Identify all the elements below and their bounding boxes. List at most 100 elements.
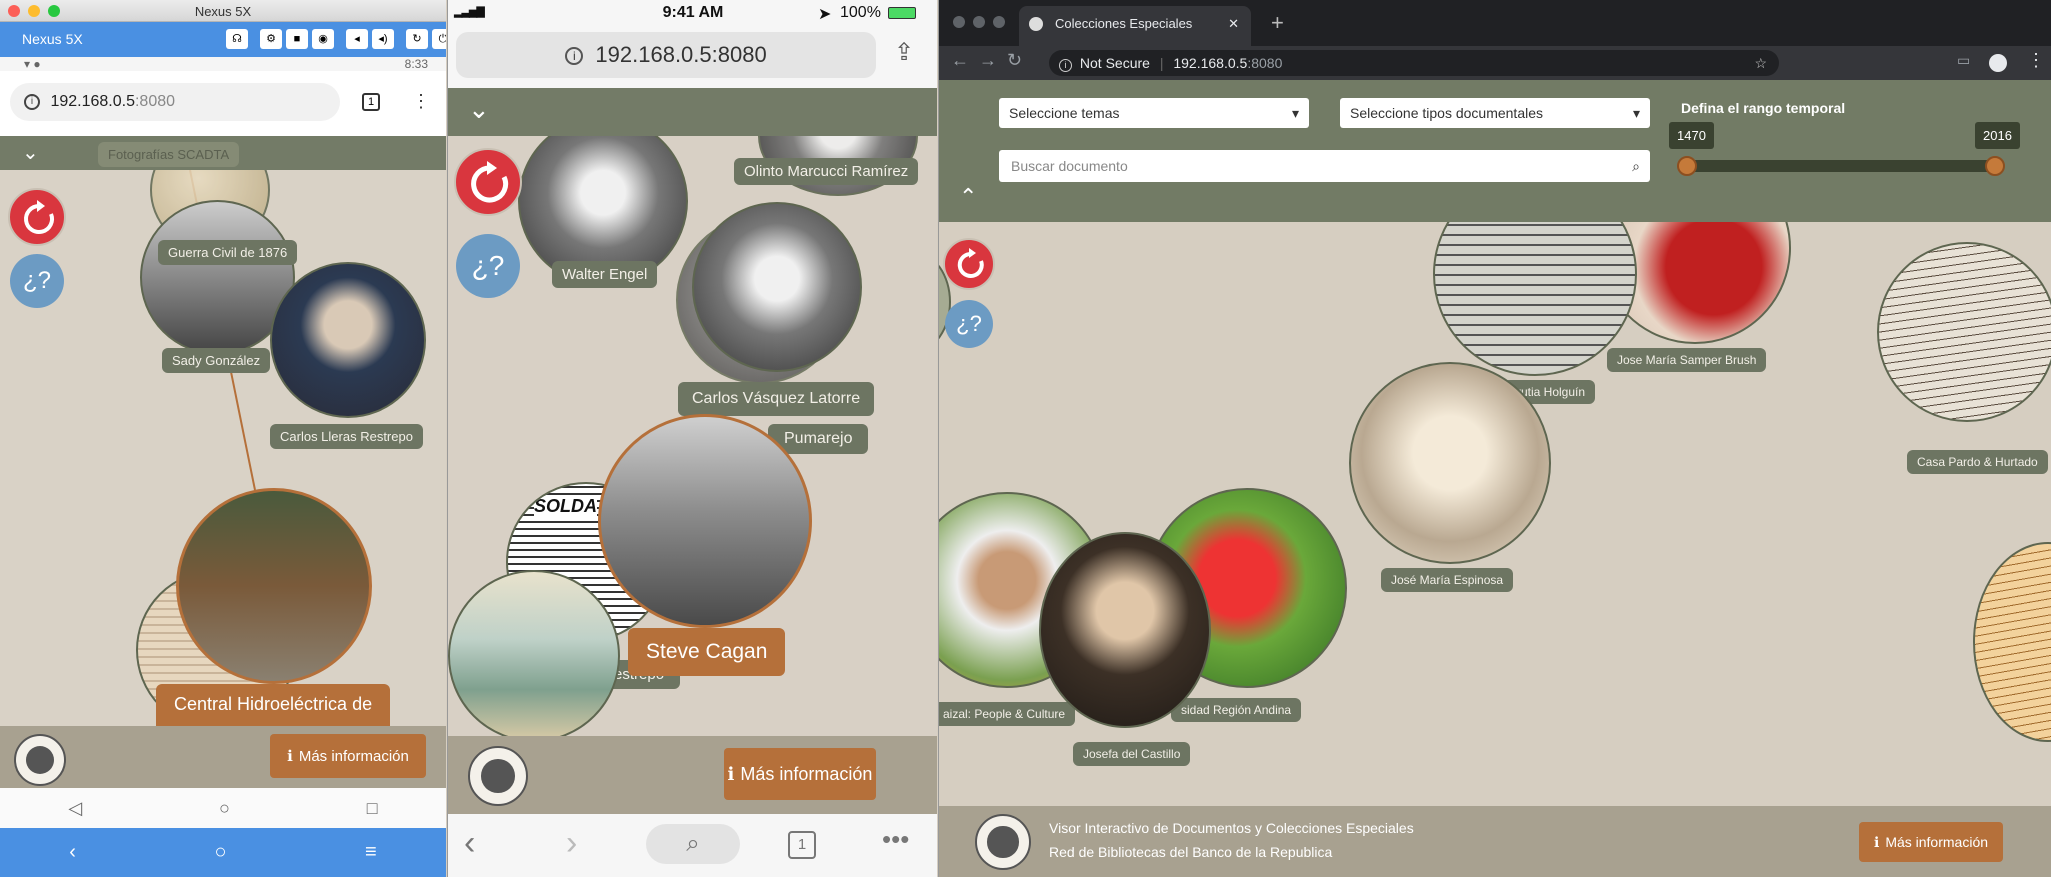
range-handle-max[interactable] [1985, 156, 2005, 176]
desktop-browser-pane: Colecciones Especiales ✕ + ← → ↻ i Not S… [938, 0, 2051, 877]
emulator-controls: ☊ ⚙ ■ ◉ ◂ ◂) ↻ ⏻ [226, 29, 446, 49]
help-button[interactable]: ¿? [945, 300, 993, 348]
url-port: :8080 [134, 93, 176, 110]
info-icon[interactable]: i [565, 47, 584, 66]
back-triangle-icon[interactable]: ◁ [68, 798, 82, 819]
chevron-down-icon[interactable]: ⌄ [468, 94, 490, 125]
cast-icon[interactable]: ▭ [1957, 52, 1970, 69]
tab-title: Colecciones Especiales [1055, 16, 1193, 31]
omnibox[interactable]: i Not Secure | 192.168.0.5:8080 ☆ [1049, 50, 1779, 76]
rotate-icon[interactable]: ↻ [406, 29, 428, 49]
info-circle-icon: ℹ [287, 748, 293, 765]
forward-chevron-icon[interactable]: › [566, 824, 577, 863]
more-info-button[interactable]: ℹ Más información [724, 748, 876, 800]
node-label: José María Espinosa [1381, 568, 1514, 592]
selected-node-label: Steve Cagan [628, 628, 786, 676]
node-label: Carlos Lleras Restrepo [270, 424, 423, 449]
browser-tab[interactable]: Colecciones Especiales ✕ [1019, 6, 1251, 46]
chrome-menu-icon[interactable]: ⋮ [2027, 50, 2045, 71]
minimize-window-icon[interactable] [973, 16, 985, 28]
node-label: Guerra Civil de 1876 [158, 240, 298, 265]
info-circle-icon: ℹ [727, 763, 735, 784]
visualization-area: Guerra Civil de 1876 Sady González Carlo… [0, 170, 446, 726]
reload-icon[interactable]: ↻ [1007, 50, 1022, 71]
forward-icon[interactable]: → [979, 50, 997, 71]
collapsed-header: ⌄ [448, 88, 937, 136]
headphones-icon[interactable]: ☊ [226, 29, 248, 49]
node-label: Jose María Samper Brush [1607, 348, 1767, 372]
zoom-window-icon[interactable] [993, 16, 1005, 28]
info-icon[interactable]: i [24, 93, 40, 110]
node-circle[interactable] [1877, 242, 2051, 422]
window-title: Nexus 5X [194, 4, 252, 19]
range-handle-min[interactable] [1677, 156, 1697, 176]
node-label: Walter Engel [552, 261, 658, 288]
power-icon[interactable]: ⏻ [432, 29, 446, 49]
reset-button[interactable] [8, 188, 66, 246]
node-circle[interactable] [448, 570, 620, 736]
range-max-badge: 2016 [1975, 122, 2020, 149]
back-icon[interactable]: ← [951, 50, 969, 71]
volume-down-icon[interactable]: ◂ [346, 29, 368, 49]
more-info-label: Más información [1885, 834, 1989, 850]
video-icon[interactable]: ■ [286, 29, 308, 49]
app-footer: ℹ Más información [0, 726, 446, 788]
new-tab-icon[interactable]: + [1271, 10, 1284, 36]
notification-icon: ▾ ● [24, 57, 41, 71]
info-icon[interactable]: i [1059, 59, 1072, 72]
mac-title-bar: Nexus 5X [0, 0, 446, 22]
filter-header: Seleccione temas ▾ Seleccione tipos docu… [939, 80, 2051, 222]
url-host: 192.168.0.5 [1173, 55, 1248, 71]
range-slider-track[interactable] [1687, 160, 2003, 172]
node-circle[interactable] [692, 202, 862, 372]
node-circle[interactable] [1039, 532, 1211, 728]
back-icon[interactable]: ‹ [69, 841, 76, 864]
help-button[interactable]: ¿? [456, 234, 520, 298]
chrome-tab-strip: Colecciones Especiales ✕ + [939, 0, 2051, 46]
collapsed-header: ⌄ Fotografías SCADTA [0, 136, 446, 170]
search-icon[interactable]: ⌕ [1632, 150, 1640, 182]
recents-square-icon[interactable]: □ [367, 798, 378, 819]
bookmark-star-icon[interactable]: ☆ [1754, 50, 1767, 76]
node-label: sidad Región Andina [1171, 698, 1302, 722]
node-circle[interactable] [1973, 542, 2051, 742]
menu-icon[interactable]: ≡ [365, 841, 377, 864]
camera-icon[interactable]: ◉ [312, 29, 334, 49]
node-circle-selected[interactable] [598, 414, 812, 628]
chevron-up-icon[interactable]: ⌃ [959, 184, 977, 210]
chevron-down-icon[interactable]: ⌄ [22, 140, 39, 165]
tab-count[interactable]: 1 [362, 93, 380, 111]
doc-types-select-label: Seleccione tipos documentales [1350, 105, 1544, 121]
reset-button[interactable] [943, 238, 995, 290]
home-circle-icon[interactable]: ○ [219, 798, 230, 819]
bank-logo [14, 734, 66, 786]
more-info-button[interactable]: ℹ Más información [1859, 822, 2003, 862]
node-circle-selected[interactable] [176, 488, 372, 684]
more-info-button[interactable]: ℹ Más información [270, 734, 426, 778]
node-label: Olinto Marcucci Ramírez [734, 158, 919, 185]
help-button[interactable]: ¿? [10, 254, 64, 308]
help-label: ¿? [22, 267, 51, 294]
topics-select[interactable]: Seleccione temas ▾ [999, 98, 1309, 128]
tabs-count[interactable]: 1 [788, 831, 816, 859]
back-chevron-icon[interactable]: ‹ [464, 824, 475, 863]
node-circle[interactable] [270, 262, 426, 418]
volume-up-icon[interactable]: ◂) [372, 29, 394, 49]
menu-icon[interactable]: ⋮ [412, 91, 430, 112]
chrome-toolbar: ← → ↻ i Not Secure | 192.168.0.5:8080 ☆ … [939, 46, 2051, 80]
settings-icon[interactable]: ⚙ [260, 29, 282, 49]
url-field[interactable]: i 192.168.0.5:8080 [456, 32, 876, 78]
url-field[interactable]: i 192.168.0.5:8080 [10, 83, 340, 121]
doc-types-select[interactable]: Seleccione tipos documentales ▾ [1340, 98, 1650, 128]
search-button[interactable]: ⌕ [646, 824, 740, 864]
close-window-icon[interactable] [953, 16, 965, 28]
share-icon[interactable]: ⇪ [894, 38, 914, 67]
node-label: Casa Pardo & Hurtado [1907, 450, 2048, 474]
more-dots-icon[interactable]: ••• [882, 824, 909, 855]
home-icon[interactable]: ○ [214, 841, 226, 864]
search-input[interactable]: Buscar documento ⌕ [999, 150, 1650, 182]
node-circle[interactable] [1349, 362, 1551, 564]
close-tab-icon[interactable]: ✕ [1228, 6, 1239, 42]
profile-icon[interactable] [1989, 54, 2007, 72]
reset-button[interactable] [454, 148, 522, 216]
